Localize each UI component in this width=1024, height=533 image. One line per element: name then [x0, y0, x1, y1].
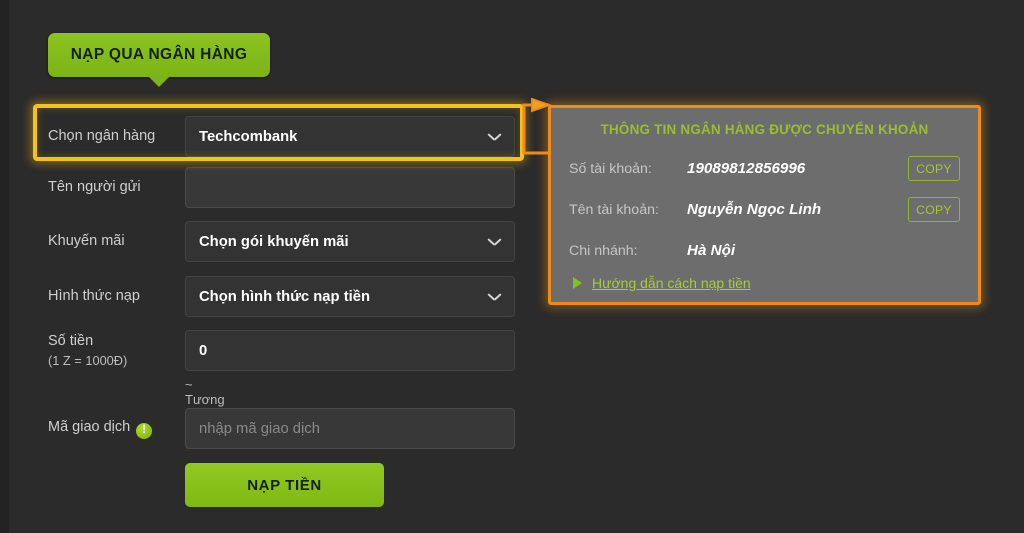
select-bank-value: Techcombank [199, 128, 298, 145]
form-row-amount: Số tiền (1 Z = 1000Đ) 0 [48, 330, 515, 371]
select-deposit-method[interactable]: Chọn hình thức nạp tiền [185, 276, 515, 317]
label-transaction-code-text: Mã giao dịch [48, 419, 131, 436]
info-key-branch: Chi nhánh: [569, 242, 638, 259]
info-row-account-number: Số tài khoản: 19089812856996 COPY [569, 148, 960, 189]
submit-deposit-button[interactable]: NẠP TIỀN [185, 463, 384, 507]
bank-transfer-info-panel: THÔNG TIN NGÂN HÀNG ĐƯỢC CHUYỂN KHOẢN Số… [548, 105, 981, 305]
info-exclamation-icon[interactable]: ! [136, 422, 153, 439]
guide-link-row: Hướng dẫn cách nạp tiền [569, 275, 960, 291]
form-row-bank: Chọn ngân hàng Techcombank [48, 116, 515, 157]
label-promotion: Khuyến mãi [48, 232, 125, 249]
deposit-page: NẠP QUA NGÂN HÀNG Chọn ngân hàng Techcom… [0, 0, 1024, 533]
left-edge-strip [0, 0, 9, 533]
input-amount-value: 0 [199, 342, 208, 359]
form-row-promotion: Khuyến mãi Chọn gói khuyến mãi [48, 221, 515, 262]
label-sender-name: Tên người gửi [48, 178, 141, 195]
select-promotion[interactable]: Chọn gói khuyến mãi [185, 221, 515, 262]
select-promotion-value: Chọn gói khuyến mãi [199, 233, 349, 250]
label-amount-main: Số tiền [48, 333, 94, 350]
bank-deposit-tab-wrapper: NẠP QUA NGÂN HÀNG [48, 33, 270, 87]
input-sender-name[interactable] [185, 167, 515, 208]
info-row-branch: Chi nhánh: Hà Nội [569, 230, 960, 271]
info-key-account-number: Số tài khoản: [569, 160, 652, 177]
deposit-guide-link[interactable]: Hướng dẫn cách nạp tiền [592, 275, 751, 291]
info-panel-title: THÔNG TIN NGÂN HÀNG ĐƯỢC CHUYỂN KHOẢN [600, 122, 929, 137]
chevron-down-icon [488, 238, 501, 246]
tab-bank-deposit[interactable]: NẠP QUA NGÂN HÀNG [48, 33, 270, 77]
chevron-down-icon [488, 133, 501, 141]
copy-account-number-button[interactable]: COPY [908, 156, 960, 181]
input-amount[interactable]: 0 [185, 330, 515, 371]
copy-account-name-button[interactable]: COPY [908, 197, 960, 222]
select-deposit-method-value: Chọn hình thức nạp tiền [199, 288, 370, 305]
label-bank: Chọn ngân hàng [48, 127, 156, 144]
info-row-account-name: Tên tài khoản: Nguyễn Ngọc Linh COPY [569, 189, 960, 230]
input-transaction-code-placeholder: nhập mã giao dịch [199, 420, 320, 437]
form-row-transaction-code: Mã giao dịch! nhập mã giao dịch [48, 408, 515, 449]
info-value-branch: Hà Nội [687, 242, 736, 259]
input-transaction-code[interactable]: nhập mã giao dịch [185, 408, 515, 449]
info-key-account-name: Tên tài khoản: [569, 201, 659, 218]
tab-bank-deposit-label: NẠP QUA NGÂN HÀNG [70, 46, 248, 63]
label-deposit-method: Hình thức nạp [48, 287, 140, 304]
play-triangle-icon [573, 277, 582, 289]
form-row-deposit-method: Hình thức nạp Chọn hình thức nạp tiền [48, 276, 515, 317]
label-amount: Số tiền (1 Z = 1000Đ) [48, 332, 185, 369]
select-bank[interactable]: Techcombank [185, 116, 515, 157]
info-value-account-name: Nguyễn Ngọc Linh [687, 201, 822, 218]
label-amount-rate: (1 Z = 1000Đ) [48, 352, 128, 368]
chevron-down-icon [488, 293, 501, 301]
label-transaction-code: Mã giao dịch! [48, 418, 185, 439]
form-row-sender-name: Tên người gửi [48, 167, 515, 208]
tab-pointer-arrow-icon [148, 76, 170, 87]
info-value-account-number: 19089812856996 [687, 160, 806, 177]
